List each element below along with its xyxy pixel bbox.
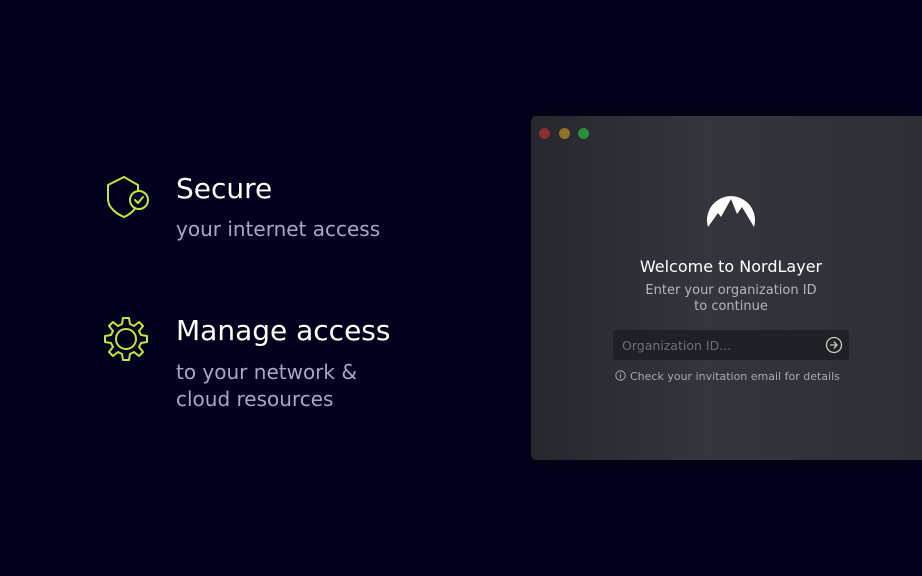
arrow-right-circle-icon xyxy=(825,336,843,354)
window-close-button[interactable] xyxy=(539,128,550,139)
organization-id-input[interactable] xyxy=(613,330,813,360)
organization-id-field xyxy=(613,330,849,360)
invitation-hint-text: Check your invitation email for details xyxy=(630,370,840,383)
submit-arrow-button[interactable] xyxy=(825,336,843,354)
instruction-line1: Enter your organization ID xyxy=(645,283,817,298)
gear-icon xyxy=(102,314,150,362)
welcome-title: Welcome to NordLayer xyxy=(639,257,823,276)
feature-secure-title: Secure xyxy=(176,172,273,205)
shield-check-icon xyxy=(102,172,150,220)
feature-secure-subtitle: your internet access xyxy=(176,217,381,241)
nordlayer-mountain-icon xyxy=(704,187,758,232)
invitation-hint: Check your invitation email for details xyxy=(615,370,840,384)
feature-manage-subtitle-line2: cloud resources xyxy=(176,387,334,411)
feature-manage-subtitle-line1: to your network & xyxy=(176,360,357,384)
info-icon xyxy=(615,370,626,381)
app-background: Secure your internet access Manage acces… xyxy=(0,0,922,576)
instruction-text: Enter your organization ID to continue xyxy=(531,283,922,315)
instruction-line2: to continue xyxy=(694,299,768,314)
feature-manage-title: Manage access xyxy=(176,314,391,347)
window-minimize-button[interactable] xyxy=(559,128,570,139)
nordlayer-login-window: Welcome to NordLayer Enter your organiza… xyxy=(531,116,922,460)
window-maximize-button[interactable] xyxy=(578,128,589,139)
feature-manage-subtitle: to your network & cloud resources xyxy=(176,359,357,413)
